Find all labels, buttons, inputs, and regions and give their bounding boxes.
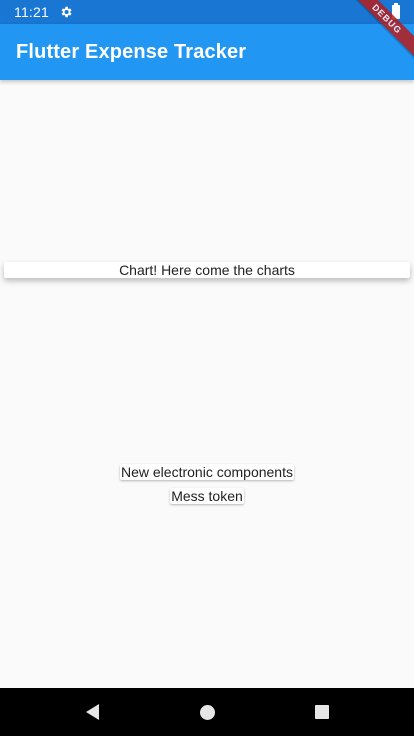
app-bar: Flutter Expense Tracker	[0, 24, 414, 80]
nav-recents-button[interactable]	[265, 688, 380, 736]
chart-card: Chart! Here come the charts	[4, 262, 410, 278]
transaction-card[interactable]: New electronic components	[120, 464, 294, 480]
transaction-title: New electronic components	[121, 464, 293, 480]
transaction-list: New electronic components Mess token	[0, 464, 414, 512]
transaction-title: Mess token	[171, 488, 243, 504]
home-icon	[199, 704, 215, 720]
app-screen: 11:21 Flutter Expense Tracker DEBUG Char…	[0, 0, 414, 736]
status-time: 11:21	[14, 4, 49, 20]
nav-back-button[interactable]	[35, 688, 150, 736]
status-bar: 11:21	[0, 0, 414, 24]
system-nav-bar	[0, 688, 414, 736]
transaction-card[interactable]: Mess token	[170, 488, 244, 504]
back-icon	[85, 704, 99, 720]
recents-icon	[315, 705, 329, 719]
gear-icon	[59, 5, 73, 19]
chart-card-label: Chart! Here come the charts	[119, 262, 295, 278]
nav-home-button[interactable]	[150, 688, 265, 736]
app-title: Flutter Expense Tracker	[16, 40, 247, 63]
